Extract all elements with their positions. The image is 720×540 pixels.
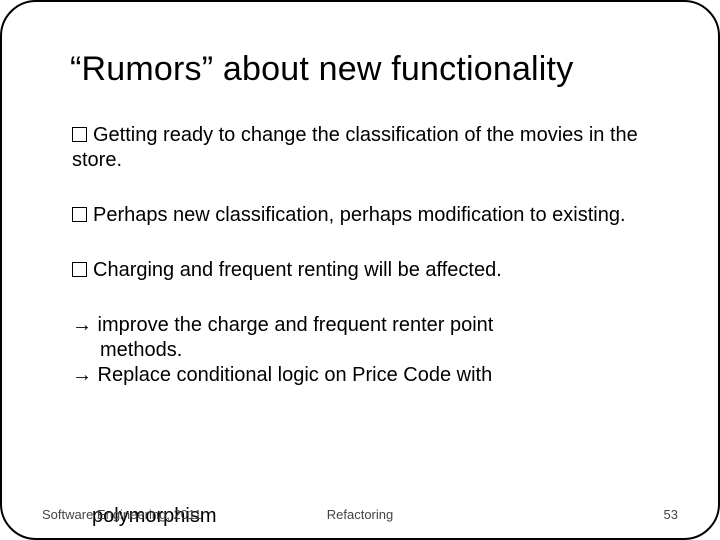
arrow-text: → Replace conditional logic on Price Cod…: [72, 364, 492, 386]
bullet-item: Charging and frequent renting will be af…: [72, 258, 668, 283]
bullet-list: Getting ready to change the classificati…: [72, 123, 668, 283]
arrow-block: → improve the charge and frequent renter…: [72, 313, 668, 388]
bullet-square-icon: [72, 127, 87, 142]
bullet-item: Perhaps new classification, perhaps modi…: [72, 203, 668, 228]
bullet-text: Getting ready to change the classificati…: [72, 124, 638, 171]
bullet-square-icon: [72, 262, 87, 277]
slide-frame: “Rumors” about new functionality Getting…: [0, 0, 720, 540]
footer-left: Software Engineering, 2011: [42, 507, 201, 522]
slide-title: “Rumors” about new functionality: [70, 50, 668, 89]
arrow-text: → improve the charge and frequent renter…: [72, 314, 493, 336]
bullet-item: Getting ready to change the classificati…: [72, 123, 668, 173]
bullet-text: Perhaps new classification, perhaps modi…: [93, 204, 626, 226]
arrow-text-cont: methods.: [100, 338, 668, 363]
footer-center: Refactoring: [327, 507, 393, 522]
bullet-square-icon: [72, 207, 87, 222]
footer-page-number: 53: [664, 507, 678, 522]
bullet-text: Charging and frequent renting will be af…: [93, 259, 502, 281]
